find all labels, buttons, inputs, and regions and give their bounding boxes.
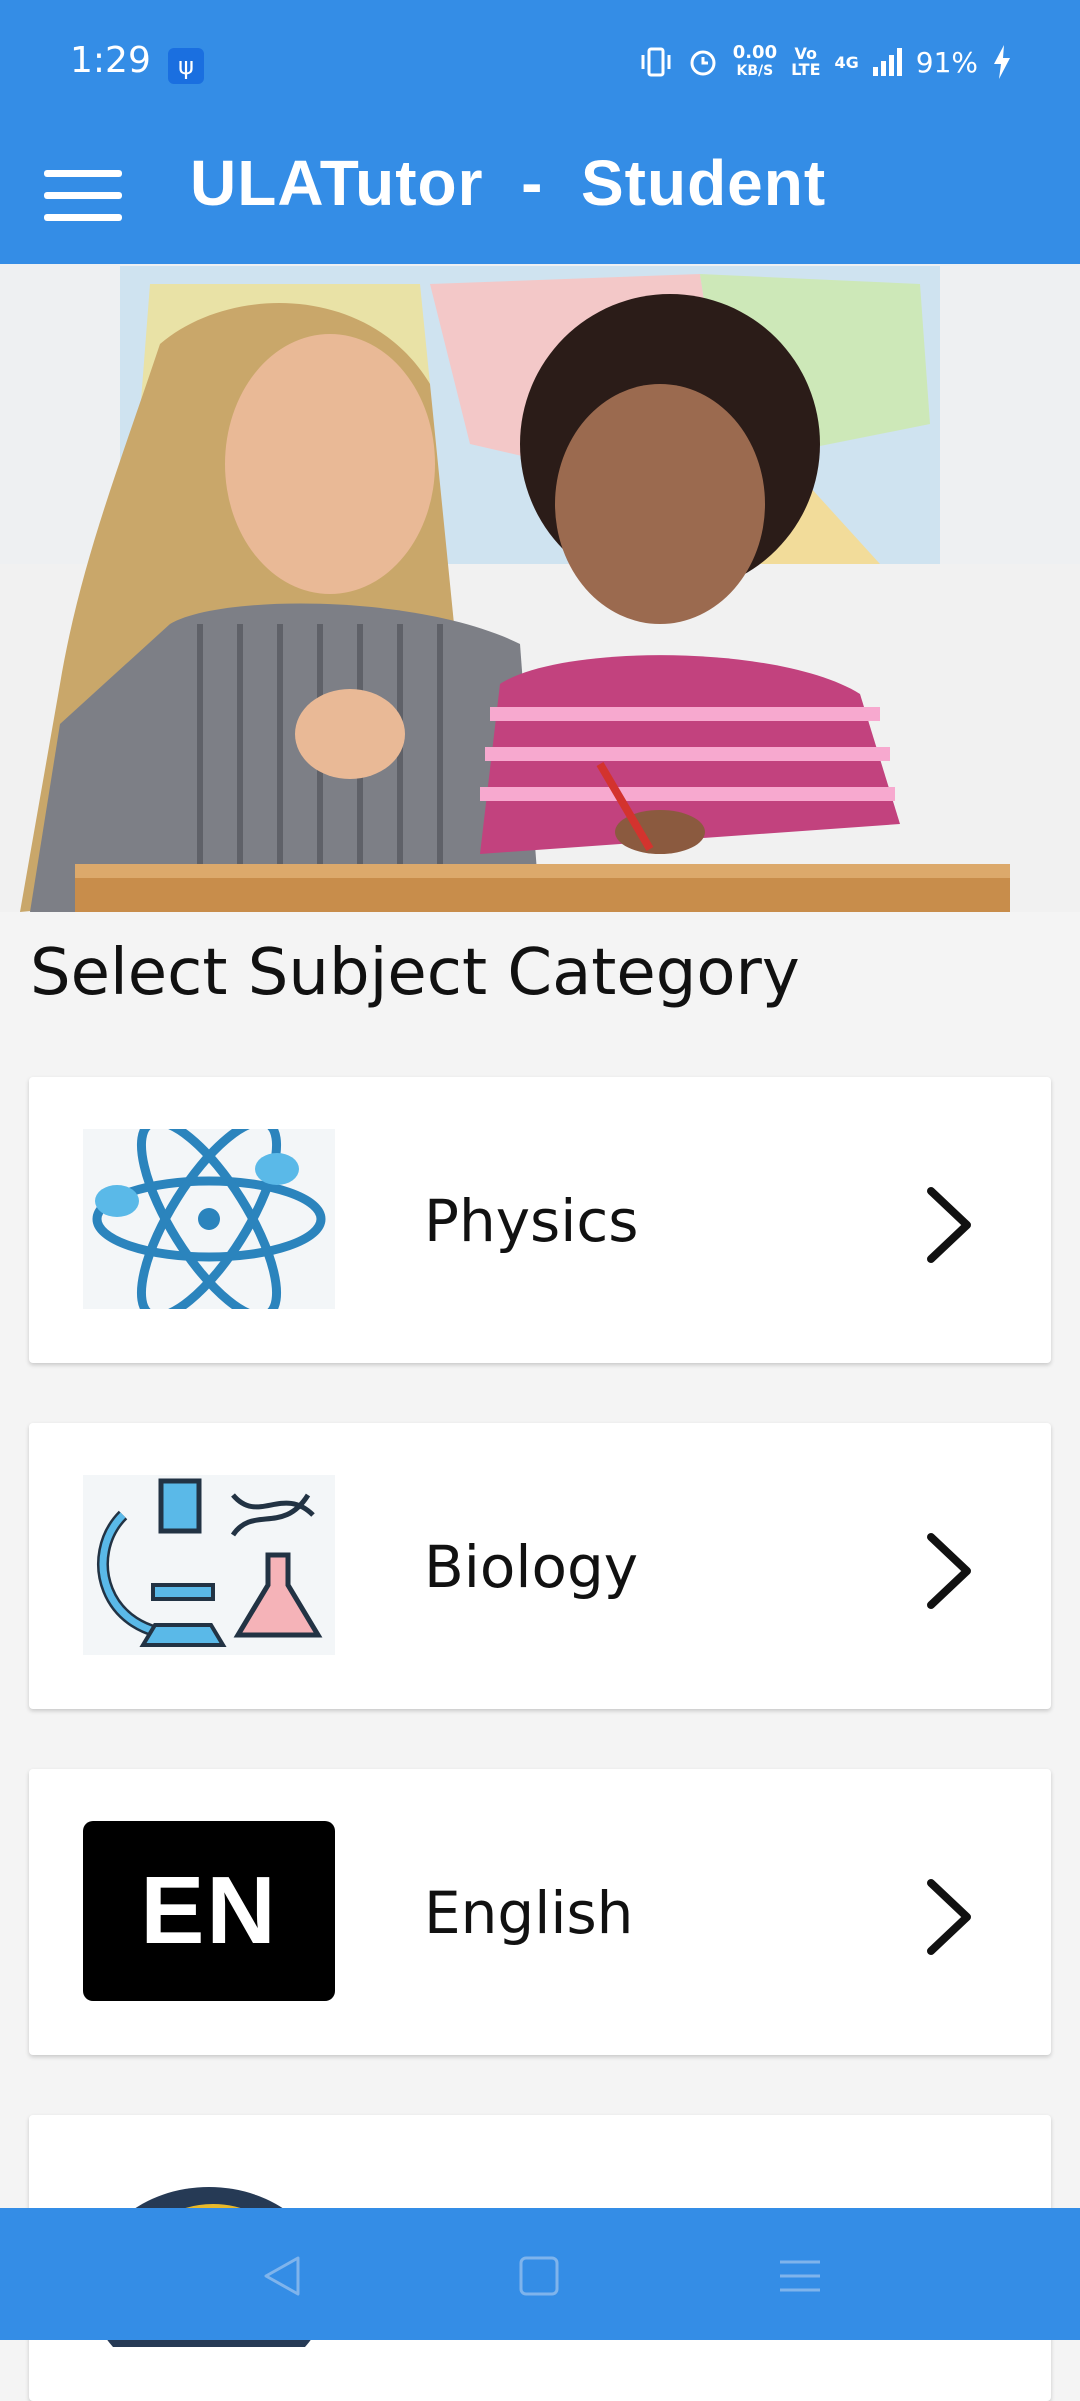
net-speed-value: 0.00 bbox=[732, 42, 778, 63]
status-bar: 1:29 ψ 0.00 KB/S Vo LTE 4G 91% bbox=[0, 0, 1080, 132]
subject-label: Biology bbox=[424, 1533, 639, 1601]
vibrate-icon bbox=[641, 47, 671, 77]
charging-icon bbox=[994, 45, 1010, 79]
volte-indicator: Vo LTE bbox=[791, 46, 820, 78]
app-bar: ULATutor - Student bbox=[0, 132, 1080, 264]
net-speed: 0.00 KB/S bbox=[733, 44, 777, 80]
hero-image bbox=[0, 264, 1080, 912]
home-icon[interactable] bbox=[515, 2254, 565, 2298]
net-speed-unit: KB/S bbox=[736, 63, 774, 79]
chevron-right-icon bbox=[927, 1533, 971, 1609]
en-badge-icon: EN bbox=[83, 1821, 335, 2001]
subject-label: English bbox=[424, 1879, 634, 1947]
section-title: Select Subject Category bbox=[30, 936, 800, 1010]
signal-icon bbox=[872, 48, 902, 76]
status-icons: 0.00 KB/S Vo LTE 4G 91% bbox=[639, 44, 1012, 80]
hamburger-menu-icon[interactable] bbox=[44, 162, 124, 226]
en-badge-text: EN bbox=[140, 1857, 278, 1964]
app-title: ULATutor - Student bbox=[190, 147, 827, 219]
chevron-right-icon bbox=[927, 1187, 971, 1263]
usb-icon: ψ bbox=[168, 48, 204, 84]
subject-card-english[interactable]: EN English bbox=[29, 1769, 1051, 2055]
network-type: 4G bbox=[834, 52, 859, 72]
subject-label: Physics bbox=[424, 1187, 639, 1255]
chevron-right-icon bbox=[927, 1879, 971, 1955]
volte-bottom: LTE bbox=[791, 60, 821, 79]
subject-card-physics[interactable]: Physics bbox=[29, 1077, 1051, 1363]
recents-menu-icon[interactable] bbox=[776, 2254, 826, 2298]
back-icon[interactable] bbox=[258, 2254, 308, 2298]
status-time: 1:29 bbox=[70, 40, 151, 81]
atom-icon bbox=[83, 1129, 335, 1309]
system-navigation-bar bbox=[0, 2208, 1080, 2340]
microscope-icon bbox=[83, 1475, 335, 1655]
subject-card-biology[interactable]: Biology bbox=[29, 1423, 1051, 1709]
alarm-icon bbox=[690, 50, 716, 76]
battery-percent: 91% bbox=[915, 45, 978, 79]
